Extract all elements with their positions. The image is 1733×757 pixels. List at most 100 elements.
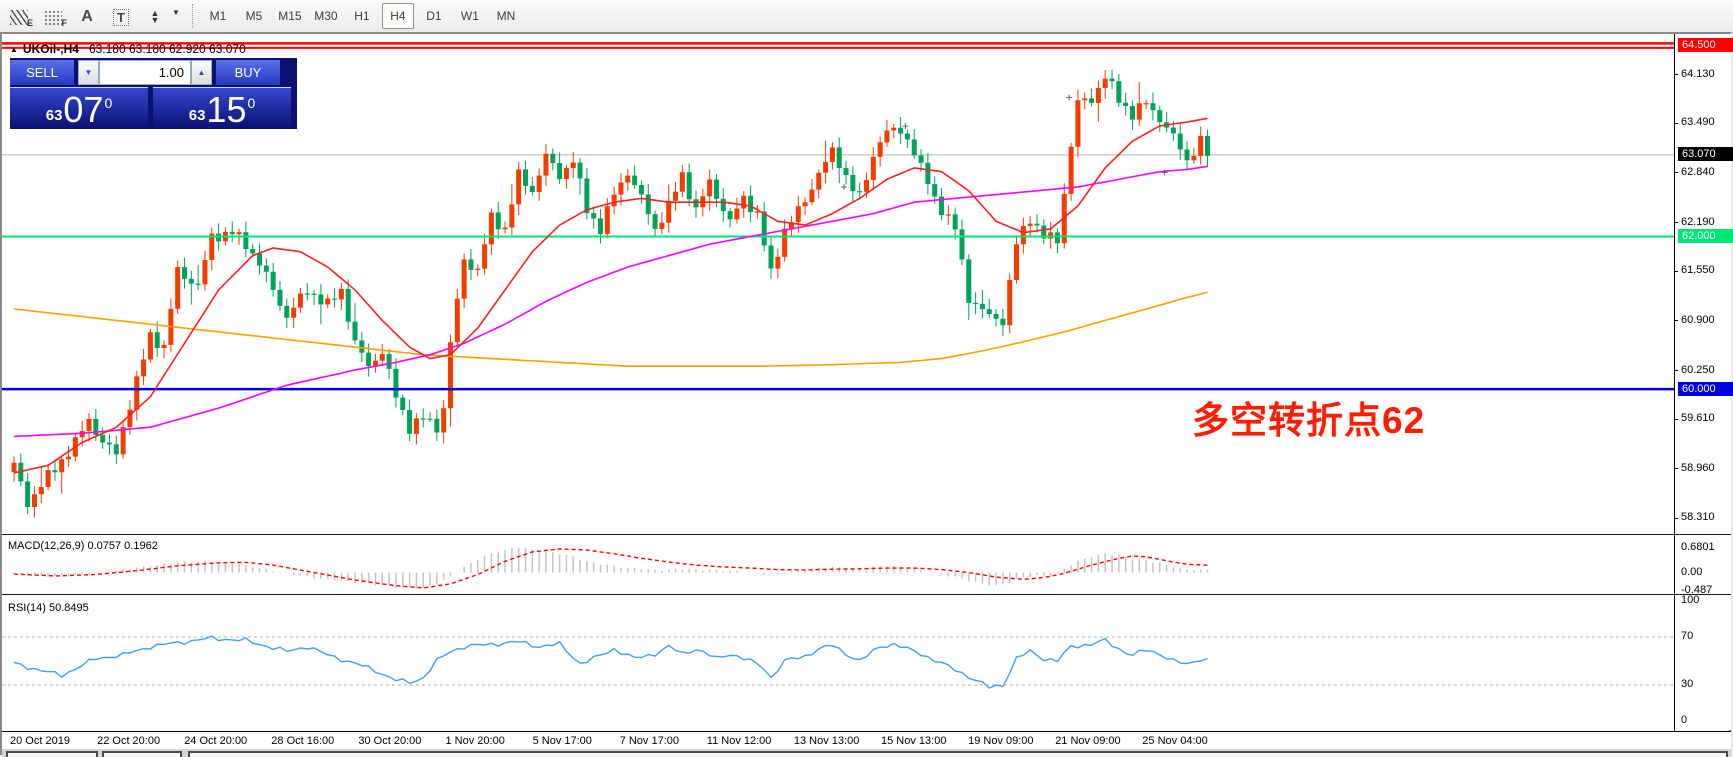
collapse-triangle-icon[interactable]: ▲ (10, 45, 18, 54)
time-tick-label: 28 Oct 16:00 (271, 735, 334, 747)
time-tick-label: 22 Oct 20:00 (97, 735, 160, 747)
grid-icon-glyph (44, 10, 62, 25)
time-tick-label: 5 Nov 17:00 (533, 735, 592, 747)
sell-price-main: 07 (63, 93, 103, 127)
arrange-arrows-icon[interactable]: ▲▼ (140, 3, 170, 29)
chart-tab-strip (2, 749, 1731, 757)
rsi-tick-label: 0 (1681, 714, 1687, 726)
trade-marker-icon: + (841, 180, 848, 194)
buy-price-prefix: 63 (189, 107, 206, 124)
timeframe-button-H4[interactable]: H4 (382, 3, 414, 29)
timeframe-group: M1M5M15M30H1H4D1W1MN (202, 3, 522, 29)
time-tick-label: 13 Nov 13:00 (794, 735, 859, 747)
sell-button[interactable]: SELL (10, 60, 74, 85)
timeframe-button-H1[interactable]: H1 (346, 3, 378, 29)
arrange-arrows-glyph: ▲▼ (151, 10, 160, 24)
macd-label: MACD(12,26,9) 0.0757 0.1962 (8, 540, 158, 552)
macd-panel[interactable]: MACD(12,26,9) 0.0757 0.1962 0.68010.00-0… (2, 538, 1731, 594)
price-tick-label: 60.900 (1681, 314, 1715, 326)
toolbar: E F A T ▲▼ ▼ M1M5M15M30H1H4D1W1MN (0, 0, 1733, 33)
price-chart-panel[interactable]: + + + + ▲ UKOil-,H4 63.180 63.180 62.920 63… (2, 34, 1731, 534)
indicators-icon-glyph (10, 10, 28, 25)
timeframe-button-MN[interactable]: MN (490, 3, 522, 29)
macd-tick-label: 0.6801 (1681, 541, 1715, 553)
indicators-icon-sub: E (27, 18, 33, 28)
price-level-badge: 64.500 (1678, 38, 1733, 52)
time-tick-label: 15 Nov 13:00 (881, 735, 946, 747)
chart-window: + + + + ▲ UKOil-,H4 63.180 63.180 62.920 63… (0, 32, 1731, 755)
sell-price-sup: 0 (104, 95, 112, 111)
price-level-badge: 63.070 (1678, 147, 1733, 161)
price-tick-label: 58.960 (1681, 462, 1715, 474)
chart-tab-0[interactable] (6, 751, 98, 757)
chart-tab-2[interactable] (188, 751, 1728, 757)
buy-price-main: 15 (206, 93, 246, 127)
price-level-badge: 60.000 (1678, 382, 1733, 396)
timeframe-button-M30[interactable]: M30 (310, 3, 342, 29)
volume-decrease-button[interactable]: ▼ (78, 60, 99, 85)
price-level-badge: 62.000 (1678, 229, 1733, 243)
buy-price-sup: 0 (247, 95, 255, 111)
rsi-tick-label: 100 (1681, 594, 1699, 606)
price-tick-label: 62.190 (1681, 216, 1715, 228)
price-tick-label: 58.310 (1681, 511, 1715, 523)
text-annotation-icon[interactable]: A (72, 3, 102, 29)
macd-values: 0.0757 0.1962 (87, 540, 157, 552)
time-tick-label: 1 Nov 20:00 (446, 735, 505, 747)
timeframe-button-M15[interactable]: M15 (274, 3, 306, 29)
time-tick-label: 25 Nov 04:00 (1142, 735, 1207, 747)
timeframe-button-W1[interactable]: W1 (454, 3, 486, 29)
volume-input[interactable] (99, 60, 191, 85)
rsi-value: 50.8495 (49, 602, 89, 614)
rsi-chart (2, 600, 1674, 730)
price-tick-label: 64.130 (1681, 68, 1715, 80)
volume-increase-button[interactable]: ▲ (191, 60, 212, 85)
time-tick-label: 30 Oct 20:00 (358, 735, 421, 747)
rsi-panel[interactable]: RSI(14) 50.8495 10070300 (2, 600, 1731, 730)
trade-marker-icon: + (1066, 91, 1073, 105)
grid-icon[interactable]: F (38, 3, 68, 29)
timeframe-button-M5[interactable]: M5 (238, 3, 270, 29)
sell-price-prefix: 63 (46, 107, 63, 124)
text-label-icon[interactable]: T (106, 3, 136, 29)
time-axis[interactable]: 20 Oct 2019 22 Oct 20:00 24 Oct 20:00 28 Oc… (2, 731, 1731, 750)
rsi-label: RSI(14) 50.8495 (8, 602, 89, 614)
chart-tab-1[interactable] (102, 751, 182, 757)
grid-icon-sub: F (62, 18, 68, 28)
price-tick-label: 60.250 (1681, 364, 1715, 376)
timeframe-button-M1[interactable]: M1 (202, 3, 234, 29)
price-tick-label: 59.610 (1681, 412, 1715, 424)
macd-tick-label: 0.00 (1681, 566, 1702, 578)
indicators-icon[interactable]: E (4, 3, 34, 29)
one-click-trade-panel: SELL ▼ ▲ BUY 63 07 0 63 15 0 (10, 58, 297, 129)
axis-border-line (1674, 34, 1675, 731)
macd-name: MACD(12,26,9) (8, 540, 84, 552)
macd-chart (2, 538, 1674, 594)
sell-price-display[interactable]: 63 07 0 (10, 87, 148, 129)
buy-price-display[interactable]: 63 15 0 (153, 87, 291, 129)
buy-button[interactable]: BUY (216, 60, 280, 85)
text-annotation-glyph: A (81, 8, 93, 26)
time-tick-label: 19 Nov 09:00 (968, 735, 1033, 747)
time-tick-label: 11 Nov 12:00 (707, 735, 772, 747)
rsi-tick-label: 30 (1681, 678, 1693, 690)
ohlc-values: 63.180 63.180 62.920 63.070 (89, 42, 246, 56)
chart-text-annotation: 多空转折点62 (1192, 390, 1425, 444)
price-tick-label: 61.550 (1681, 264, 1715, 276)
toolbar-separator (192, 4, 194, 28)
toolbar-dropdown-caret[interactable]: ▼ (172, 8, 180, 17)
time-tick-label: 20 Oct 2019 (10, 735, 70, 747)
time-tick-label: 24 Oct 20:00 (184, 735, 247, 747)
trade-marker-icon: + (902, 119, 909, 133)
rsi-tick-label: 70 (1681, 630, 1693, 642)
text-label-glyph: T (113, 9, 129, 26)
symbol-label: UKOil-,H4 (23, 42, 79, 56)
price-tick-label: 63.490 (1681, 116, 1715, 128)
chart-title: ▲ UKOil-,H4 63.180 63.180 62.920 63.070 (10, 42, 246, 56)
timeframe-button-D1[interactable]: D1 (418, 3, 450, 29)
time-tick-label: 7 Nov 17:00 (620, 735, 679, 747)
rsi-name: RSI(14) (8, 602, 46, 614)
trade-marker-icon: + (1161, 165, 1168, 179)
time-tick-label: 21 Nov 09:00 (1055, 735, 1120, 747)
price-tick-label: 62.840 (1681, 166, 1715, 178)
